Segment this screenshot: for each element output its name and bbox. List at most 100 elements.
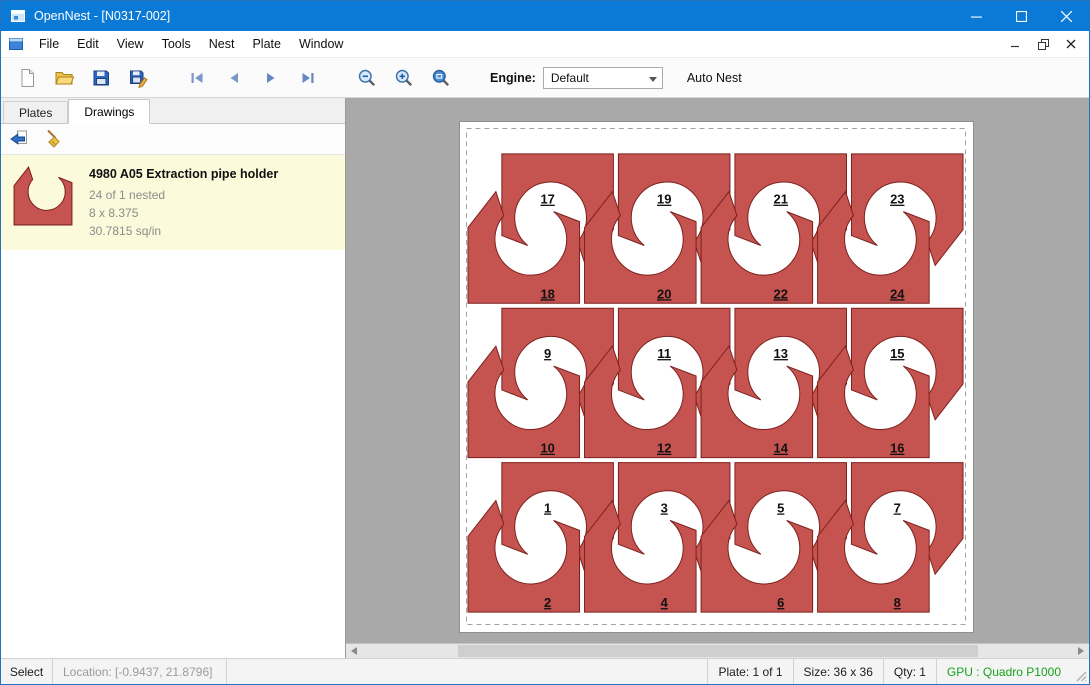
save-button[interactable] <box>85 62 117 94</box>
zoom-fit-button[interactable] <box>425 62 457 94</box>
scroll-right-button[interactable] <box>1073 644 1089 658</box>
window-title: OpenNest - [N0317-002] <box>34 9 170 23</box>
statusbar: Select Location: [-0.9437, 21.8796] Plat… <box>1 658 1089 684</box>
maximize-button[interactable] <box>999 1 1044 31</box>
menu-items: FileEditViewToolsNestPlateWindow <box>30 32 352 56</box>
part-number-9: 9 <box>544 346 551 361</box>
new-button[interactable] <box>11 62 43 94</box>
close-button[interactable] <box>1044 1 1089 31</box>
part-number-13: 13 <box>774 346 788 361</box>
drawing-list-item[interactable]: 4980 A05 Extraction pipe holder 24 of 1 … <box>1 155 345 250</box>
drawing-size: 8 x 8.375 <box>89 204 278 222</box>
status-size: Size: 36 x 36 <box>793 659 883 684</box>
save-icon <box>91 68 111 88</box>
nav-first-button[interactable] <box>181 62 213 94</box>
zoom-fit-icon <box>431 68 451 88</box>
engine-select[interactable]: Default <box>543 67 663 89</box>
menu-item-file[interactable]: File <box>30 32 68 56</box>
menu-item-window[interactable]: Window <box>290 32 352 56</box>
drawing-title: 4980 A05 Extraction pipe holder <box>89 165 278 184</box>
part-number-15: 15 <box>890 346 904 361</box>
engine-label: Engine: <box>490 71 536 85</box>
tab-plates[interactable]: Plates <box>3 101 68 123</box>
part-number-19: 19 <box>657 192 671 207</box>
engine-selected-value: Default <box>551 71 589 85</box>
drawings-toolbar <box>1 124 345 155</box>
save-edit-button[interactable] <box>122 62 154 94</box>
nav-previous-icon <box>225 69 243 87</box>
part-number-11: 11 <box>657 346 671 361</box>
clean-button[interactable] <box>41 126 67 152</box>
nav-previous-button[interactable] <box>218 62 250 94</box>
auto-nest-button[interactable]: Auto Nest <box>687 71 742 85</box>
zoom-in-icon <box>394 68 414 88</box>
app-icon <box>10 8 26 24</box>
mdi-minimize-icon <box>1010 39 1020 49</box>
broom-icon <box>44 129 64 149</box>
nav-first-icon <box>188 69 206 87</box>
minimize-button[interactable] <box>954 1 999 31</box>
part-number-10: 10 <box>540 441 554 456</box>
drawing-area: 30.7815 sq/in <box>89 222 278 240</box>
menubar: FileEditViewToolsNestPlateWindow <box>1 31 1089 58</box>
menu-item-plate[interactable]: Plate <box>243 32 290 56</box>
tab-drawings[interactable]: Drawings <box>68 99 150 124</box>
plate[interactable]: 171819202122232491011121314151612345678 <box>459 121 974 633</box>
part-number-14: 14 <box>774 441 789 456</box>
part-number-21: 21 <box>774 192 788 207</box>
status-right-group: Plate: 1 of 1 Size: 36 x 36 Qty: 1 GPU :… <box>707 659 1089 684</box>
status-mode: Select <box>1 659 53 684</box>
mdi-close-icon <box>1066 39 1076 49</box>
part-number-17: 17 <box>540 192 554 207</box>
zoom-out-icon <box>357 68 377 88</box>
mdi-restore-button[interactable] <box>1030 34 1056 54</box>
mdi-minimize-button[interactable] <box>1002 34 1028 54</box>
new-file-icon <box>17 68 37 88</box>
nav-last-button[interactable] <box>292 62 324 94</box>
open-button[interactable] <box>48 62 80 94</box>
nav-next-button[interactable] <box>255 62 287 94</box>
part-number-12: 12 <box>657 441 671 456</box>
import-drawing-button[interactable] <box>6 126 32 152</box>
zoom-out-button[interactable] <box>351 62 383 94</box>
main-area: Plates Drawings <box>1 98 1089 658</box>
sidebar-tabstrip: Plates Drawings <box>1 98 345 124</box>
open-folder-icon <box>54 68 74 88</box>
sidebar: Plates Drawings <box>1 98 346 658</box>
part-number-8: 8 <box>894 595 901 610</box>
status-gpu: GPU : Quadro P1000 <box>936 659 1071 684</box>
nav-next-icon <box>262 69 280 87</box>
drawing-nested-count: 24 of 1 nested <box>89 186 278 204</box>
menu-item-edit[interactable]: Edit <box>68 32 108 56</box>
toolbar: Engine: Default Auto Nest <box>1 58 1089 98</box>
part-number-24: 24 <box>890 286 905 301</box>
titlebar: OpenNest - [N0317-002] <box>1 1 1089 31</box>
part-number-23: 23 <box>890 192 904 207</box>
mdi-close-button[interactable] <box>1058 34 1084 54</box>
nest-canvas[interactable]: 171819202122232491011121314151612345678 <box>346 98 1089 643</box>
status-qty: Qty: 1 <box>883 659 936 684</box>
part-number-22: 22 <box>774 286 788 301</box>
part-number-3: 3 <box>661 500 668 515</box>
part-number-2: 2 <box>544 595 551 610</box>
horizontal-scrollbar-thumb[interactable] <box>458 645 978 657</box>
zoom-in-button[interactable] <box>388 62 420 94</box>
part-number-18: 18 <box>540 286 554 301</box>
menu-item-nest[interactable]: Nest <box>200 32 244 56</box>
menu-item-view[interactable]: View <box>108 32 153 56</box>
drawing-list-empty-space <box>1 250 345 658</box>
horizontal-scrollbar[interactable] <box>346 643 1089 658</box>
maximize-icon <box>1016 11 1027 22</box>
drawing-meta: 4980 A05 Extraction pipe holder 24 of 1 … <box>89 163 278 240</box>
menu-item-tools[interactable]: Tools <box>153 32 200 56</box>
resize-grip-icon[interactable] <box>1071 659 1089 684</box>
import-drawing-icon <box>9 129 29 149</box>
status-location: Location: [-0.9437, 21.8796] <box>53 659 227 684</box>
nav-last-icon <box>299 69 317 87</box>
scroll-left-button[interactable] <box>346 644 362 658</box>
part-number-4: 4 <box>661 595 669 610</box>
part-number-1: 1 <box>544 500 551 515</box>
minimize-icon <box>971 11 982 22</box>
part-number-5: 5 <box>777 500 784 515</box>
drawing-thumbnail <box>7 163 79 229</box>
